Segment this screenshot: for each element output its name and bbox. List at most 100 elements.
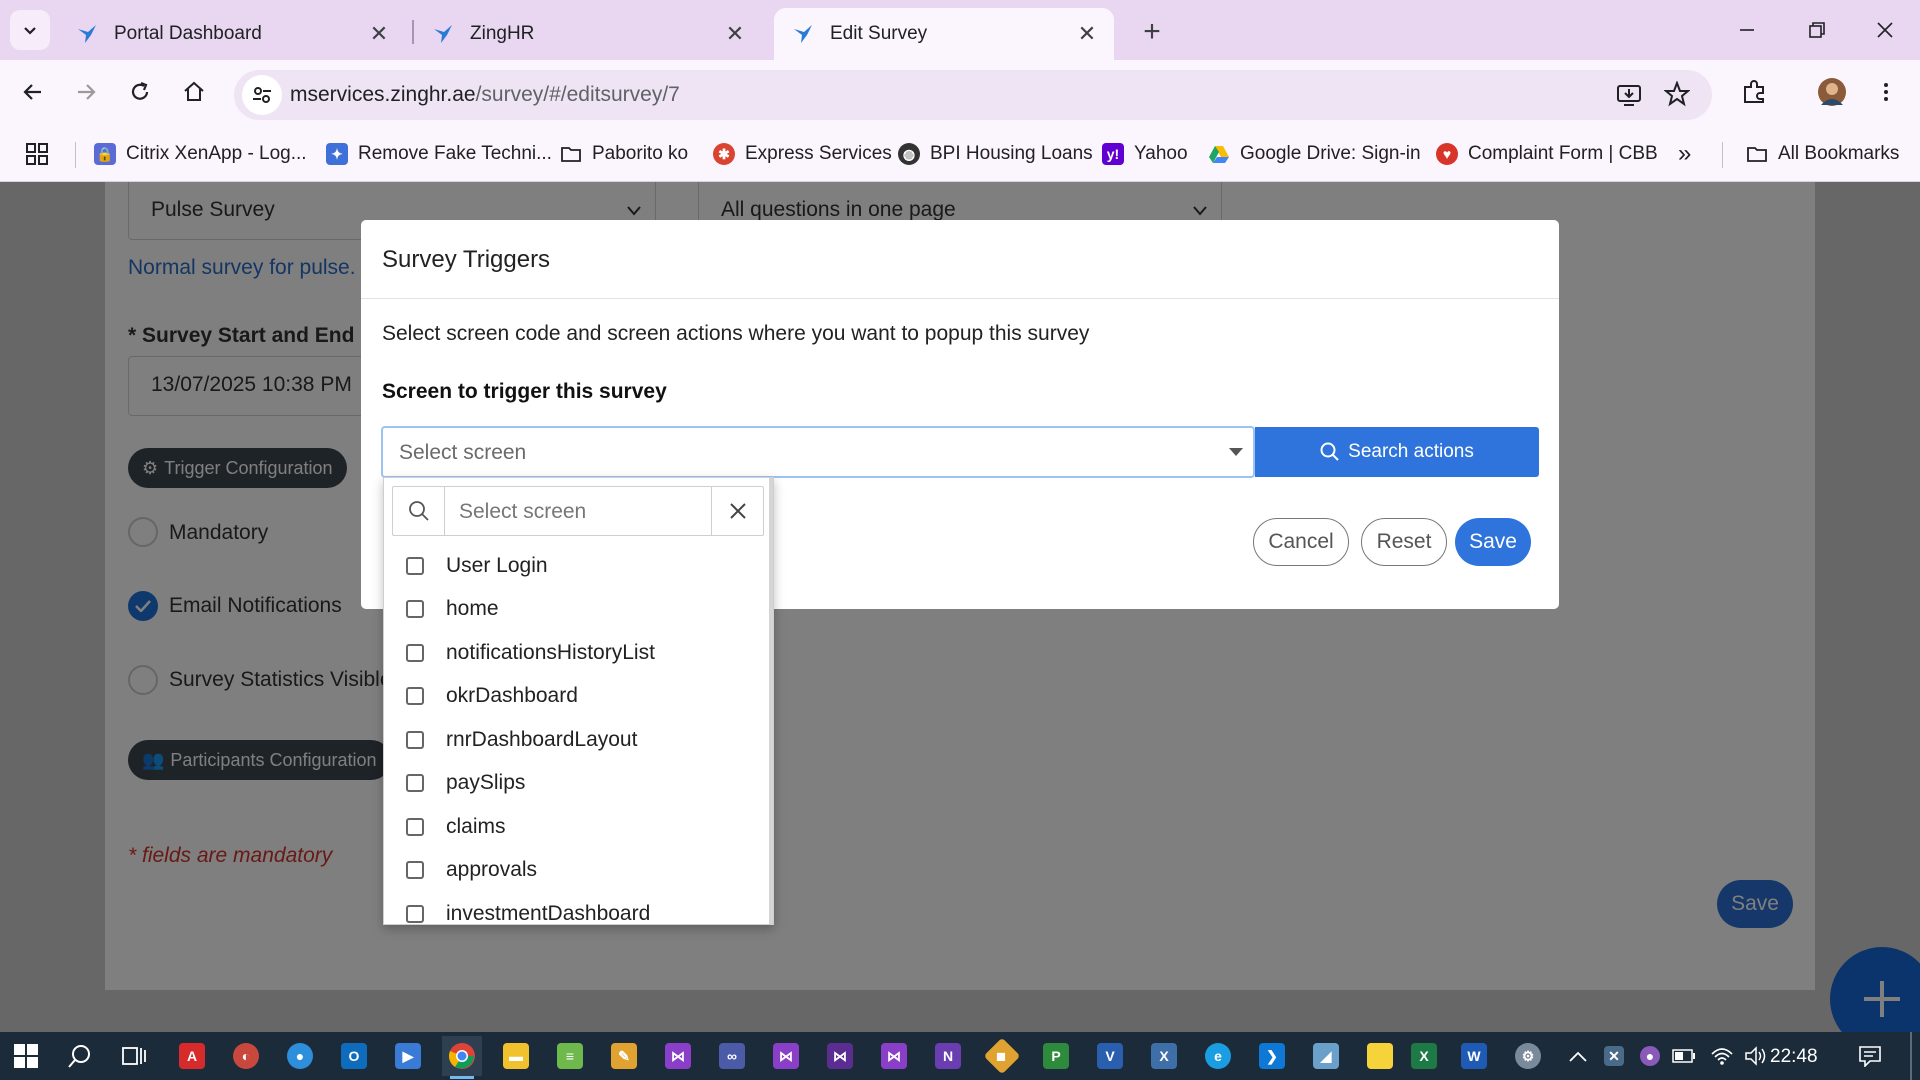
taskbar-app-visio[interactable]: V xyxy=(1090,1036,1130,1076)
taskbar-app-excel[interactable]: X xyxy=(1404,1036,1444,1076)
taskbar-app-vs-3[interactable]: ⋈ xyxy=(766,1036,806,1076)
taskbar-app-file-explorer[interactable]: ▬ xyxy=(496,1036,536,1076)
bookmark-remove-fake[interactable]: ✦ Remove Fake Techni... xyxy=(326,136,552,172)
browser-menu-button[interactable] xyxy=(1862,68,1910,116)
profile-avatar[interactable] xyxy=(1808,68,1856,116)
taskbar-app-project[interactable]: P xyxy=(1036,1036,1076,1076)
checkbox[interactable] xyxy=(406,904,424,923)
notifications-button[interactable] xyxy=(1850,1036,1890,1076)
checkbox[interactable] xyxy=(406,730,424,749)
close-window-button[interactable] xyxy=(1860,10,1910,50)
modal-divider xyxy=(361,298,1559,299)
option-claims[interactable]: claims xyxy=(384,805,769,849)
extensions-button[interactable] xyxy=(1730,68,1778,116)
cancel-button[interactable]: Cancel xyxy=(1253,518,1349,566)
option-payslips[interactable]: paySlips xyxy=(384,762,769,806)
taskbar-app-vs-6[interactable]: N xyxy=(928,1036,968,1076)
new-tab-button[interactable]: + xyxy=(1132,12,1172,52)
taskbar-search-button[interactable] xyxy=(60,1036,100,1076)
option-home[interactable]: home xyxy=(384,588,769,632)
tab-portal-dashboard[interactable]: Portal Dashboard ✕ xyxy=(58,8,406,60)
taskbar-app-git[interactable]: ◆ xyxy=(982,1036,1022,1076)
checkbox[interactable] xyxy=(406,556,424,575)
option-approvals[interactable]: approvals xyxy=(384,849,769,893)
bookmark-paborito[interactable]: Paborito ko xyxy=(560,136,688,172)
checkbox[interactable] xyxy=(406,774,424,793)
tray-sync-icon[interactable]: ✕ xyxy=(1594,1036,1634,1076)
sync-icon: ✕ xyxy=(1604,1046,1624,1066)
tab-zinghr[interactable]: ZingHR ✕ xyxy=(414,8,762,60)
taskbar-app-adobe[interactable]: A xyxy=(172,1036,212,1076)
taskbar-app-explorer-blue[interactable]: ▶ xyxy=(388,1036,428,1076)
option-label: User Login xyxy=(446,553,548,577)
reload-button[interactable] xyxy=(116,68,164,116)
forward-button[interactable] xyxy=(62,68,110,116)
task-view-button[interactable] xyxy=(114,1036,154,1076)
taskbar-app-vs-1[interactable]: ⋈ xyxy=(658,1036,698,1076)
option-notifications-history[interactable]: notificationsHistoryList xyxy=(384,631,769,675)
close-icon[interactable]: ✕ xyxy=(364,19,394,49)
reset-button[interactable]: Reset xyxy=(1361,518,1447,566)
close-icon[interactable]: ✕ xyxy=(720,19,750,49)
option-investment-dashboard[interactable]: investmentDashboard xyxy=(384,892,769,924)
taskbar-app-xml[interactable]: X xyxy=(1144,1036,1184,1076)
show-hidden-icons-button[interactable] xyxy=(1558,1036,1598,1076)
taskbar-app-outlook[interactable]: O xyxy=(334,1036,374,1076)
bookmark-express[interactable]: ✱ Express Services xyxy=(713,136,892,172)
option-user-login[interactable]: User Login xyxy=(384,544,769,588)
bookmark-complaint[interactable]: ♥ Complaint Form | CBB xyxy=(1436,136,1658,172)
close-icon[interactable]: ✕ xyxy=(1072,19,1102,49)
apps-button[interactable] xyxy=(25,136,49,172)
checkbox[interactable] xyxy=(406,861,424,880)
bookmark-label: Complaint Form | CBB xyxy=(1468,143,1658,164)
start-button[interactable] xyxy=(6,1036,46,1076)
bookmark-citrix[interactable]: 🔒 Citrix XenApp - Log... xyxy=(94,136,307,172)
all-bookmarks-button[interactable]: All Bookmarks xyxy=(1746,136,1899,172)
taskbar-clock[interactable]: 22:48 xyxy=(1770,1046,1818,1068)
checkbox[interactable] xyxy=(406,600,424,619)
minimize-button[interactable] xyxy=(1722,10,1772,50)
bookmark-star-icon[interactable] xyxy=(1663,80,1691,112)
clear-search-button[interactable] xyxy=(711,487,763,535)
checkbox[interactable] xyxy=(406,643,424,662)
search-actions-button[interactable]: Search actions xyxy=(1255,427,1539,477)
option-okr-dashboard[interactable]: okrDashboard xyxy=(384,675,769,719)
show-desktop-button[interactable] xyxy=(1910,1032,1912,1080)
tab-edit-survey[interactable]: Edit Survey ✕ xyxy=(774,8,1114,60)
back-button[interactable] xyxy=(9,68,57,116)
taskbar-app-word[interactable]: W xyxy=(1454,1036,1494,1076)
address-bar[interactable]: mservices.zinghr.ae/survey/#/editsurvey/… xyxy=(234,70,1712,120)
taskbar-app-settings[interactable]: ⚙ xyxy=(1508,1036,1548,1076)
bookmarks-overflow-button[interactable]: » xyxy=(1678,136,1691,172)
bookmark-bpi[interactable]: ◍ BPI Housing Loans xyxy=(898,136,1093,172)
battery-icon[interactable] xyxy=(1664,1036,1704,1076)
bookmark-google-drive[interactable]: Google Drive: Sign-in xyxy=(1208,136,1421,172)
save-button[interactable]: Save xyxy=(1455,518,1531,566)
taskbar-app-paint[interactable]: ✎ xyxy=(604,1036,644,1076)
adobe-icon: A xyxy=(179,1043,205,1069)
taskbar-app-notepad[interactable]: ≡ xyxy=(550,1036,590,1076)
home-button[interactable] xyxy=(170,68,218,116)
taskbar-app-vs-5[interactable]: ⋈ xyxy=(874,1036,914,1076)
taskbar-app-vs-2[interactable]: ∞ xyxy=(712,1036,752,1076)
vscode-icon: ❯ xyxy=(1259,1043,1285,1069)
taskbar-app-teams[interactable]: ● xyxy=(280,1036,320,1076)
taskbar-app-sticky-notes[interactable] xyxy=(1360,1036,1400,1076)
site-info-icon[interactable] xyxy=(242,75,282,115)
checkbox[interactable] xyxy=(406,817,424,836)
taskbar-app-vs-4[interactable]: ⋈ xyxy=(820,1036,860,1076)
dropdown-scrollbar[interactable] xyxy=(769,478,773,924)
option-rnr-dashboard[interactable]: rnrDashboardLayout xyxy=(384,718,769,762)
restore-button[interactable] xyxy=(1792,10,1842,50)
taskbar-app-edge[interactable]: e xyxy=(1198,1036,1238,1076)
taskbar-app-vscode[interactable]: ❯ xyxy=(1252,1036,1292,1076)
bookmark-yahoo[interactable]: y! Yahoo xyxy=(1102,136,1188,172)
taskbar-app-remote[interactable]: ◐ xyxy=(226,1036,266,1076)
taskbar-app-tool[interactable]: ◢ xyxy=(1306,1036,1346,1076)
screen-select[interactable]: Select screen xyxy=(381,426,1255,478)
install-app-icon[interactable] xyxy=(1616,82,1642,113)
tab-search-button[interactable] xyxy=(10,10,50,50)
checkbox[interactable] xyxy=(406,687,424,706)
taskbar-app-chrome[interactable] xyxy=(442,1036,482,1076)
dropdown-search-input[interactable]: Select screen xyxy=(459,500,586,524)
